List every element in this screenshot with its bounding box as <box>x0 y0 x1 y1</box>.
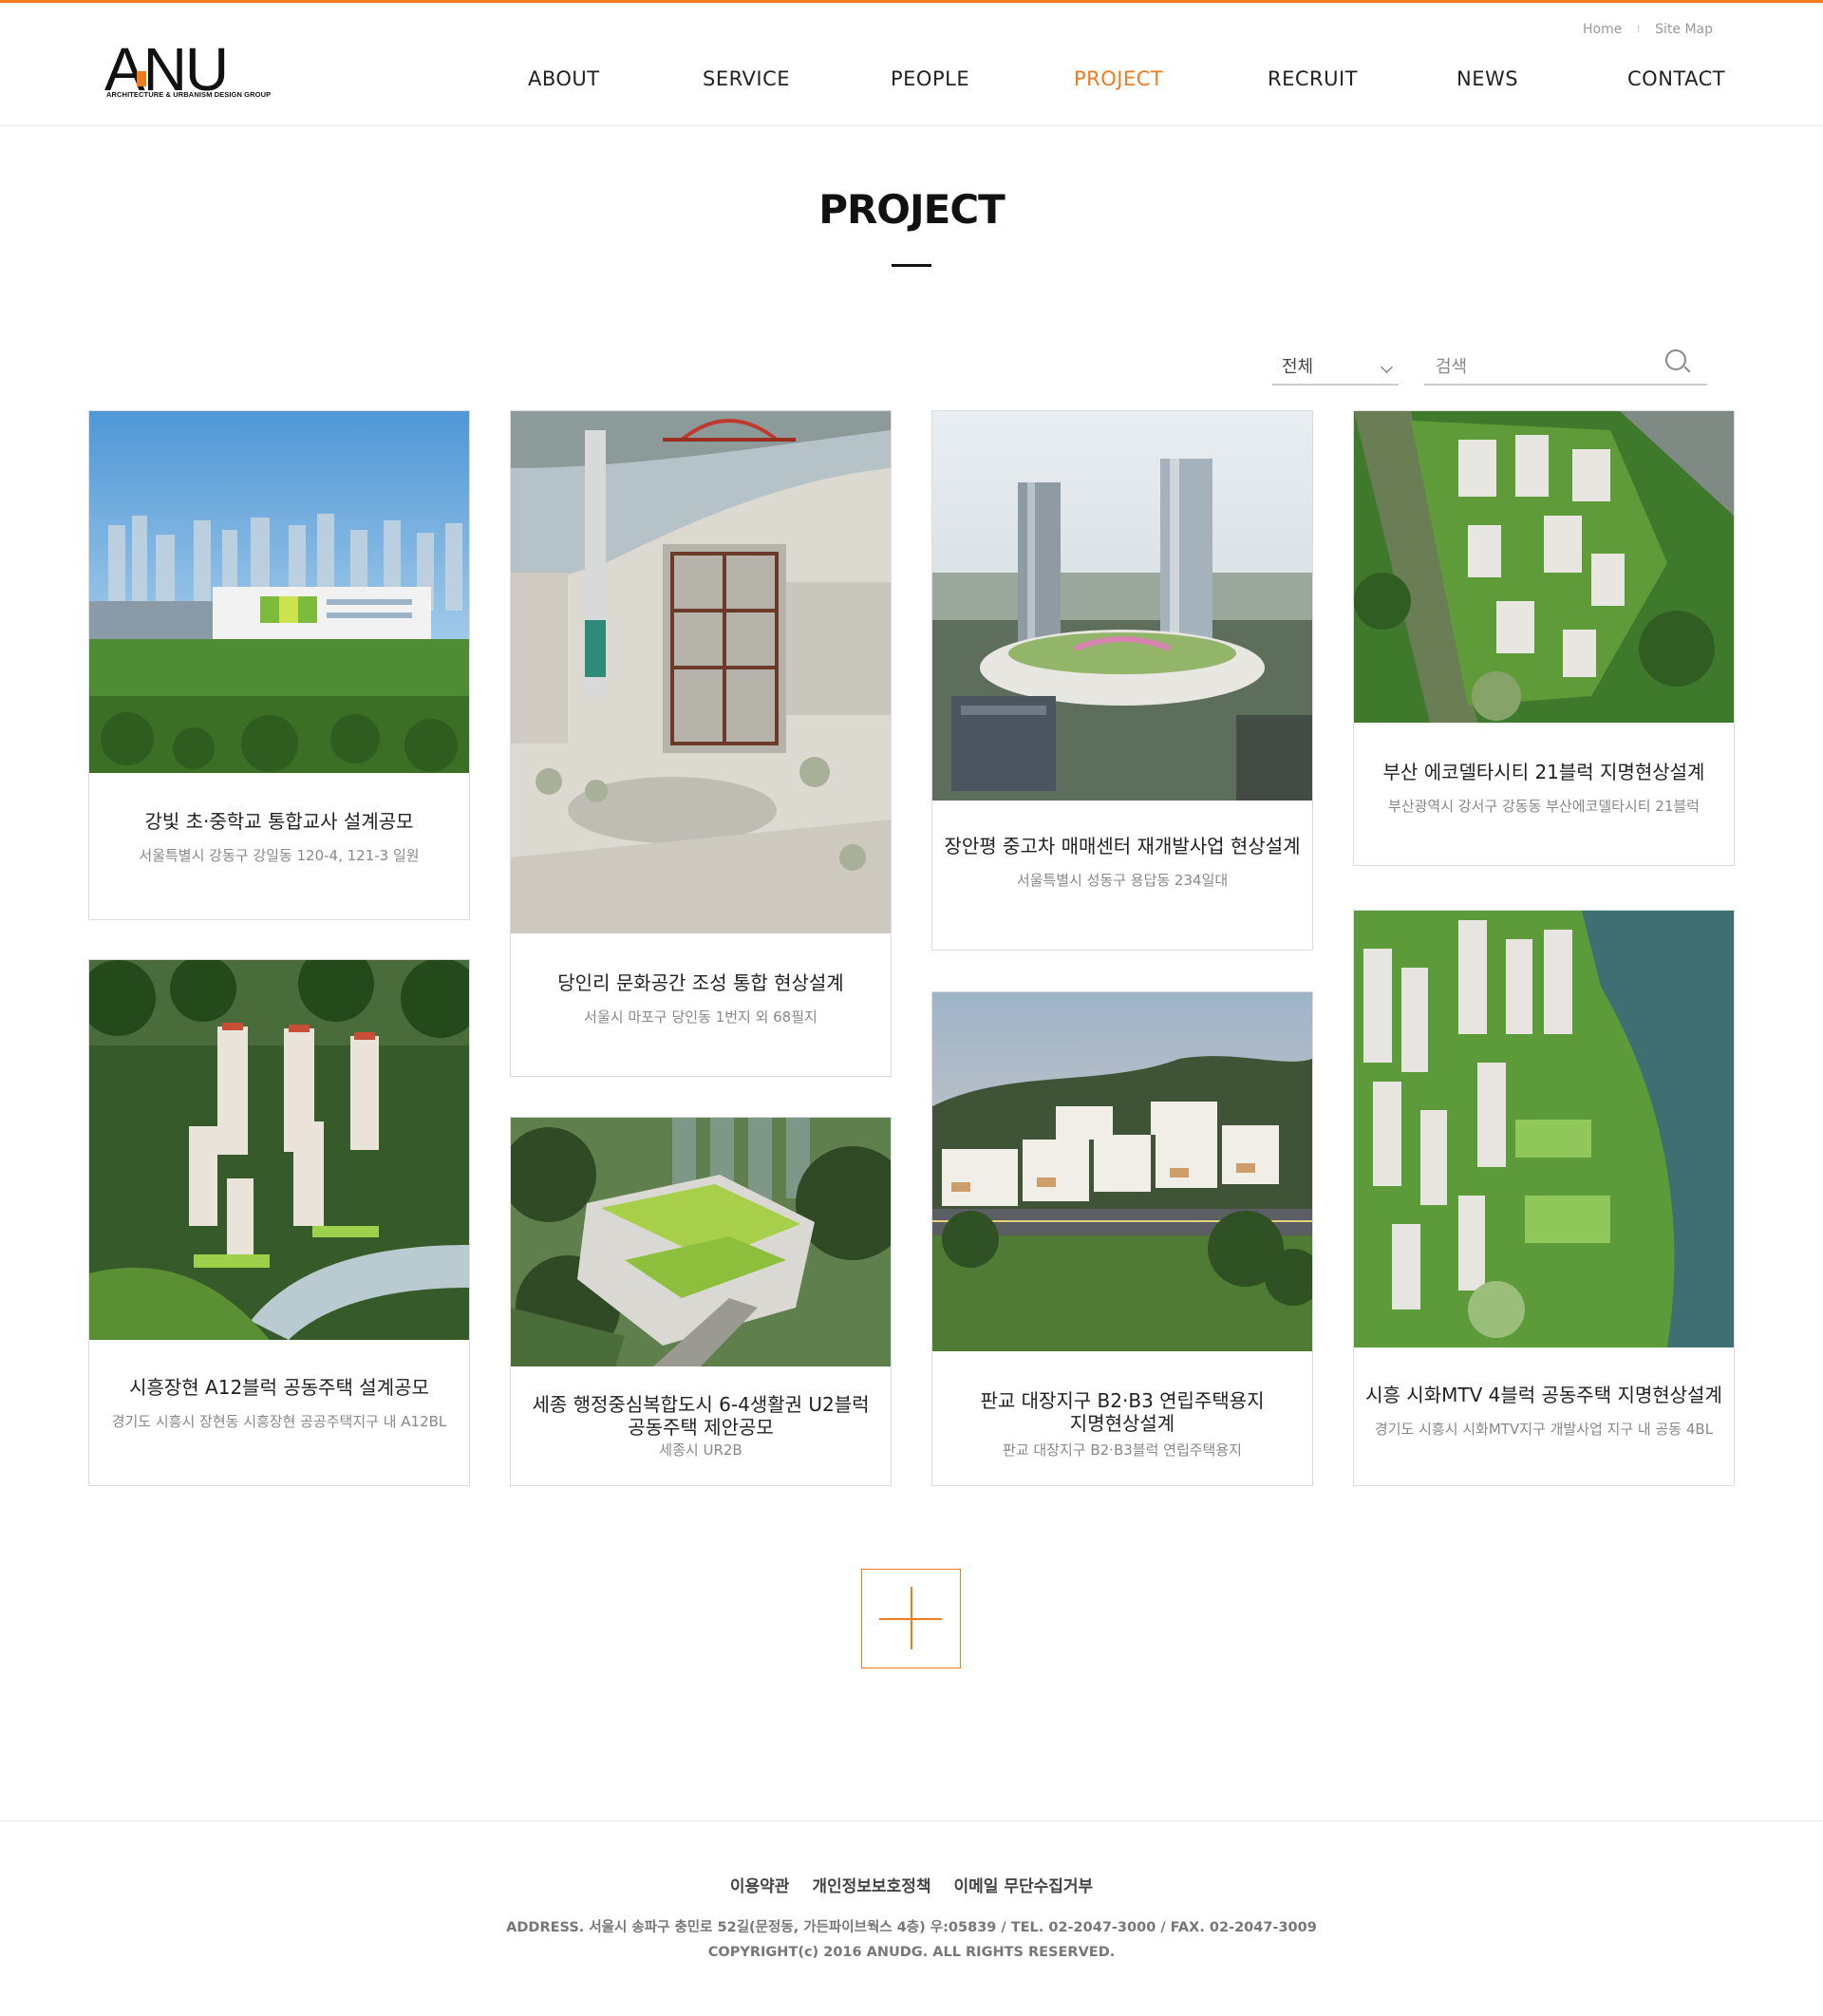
project-text: 당인리 문화공간 조성 통합 현상설계 서울시 마포구 당인동 1번지 외 68… <box>511 971 891 1027</box>
project-title[interactable]: 장안평 중고차 매매센터 재개발사업 현상설계 <box>932 835 1312 857</box>
project-title[interactable]: 당인리 문화공간 조성 통합 현상설계 <box>511 971 891 994</box>
project-image-towers[interactable] <box>89 960 469 1340</box>
utility-separator: l <box>1637 24 1641 35</box>
project-image-twin-towers[interactable] <box>932 411 1312 801</box>
nav-service[interactable]: SERVICE <box>703 67 790 90</box>
sitemap-link[interactable]: Site Map <box>1655 22 1713 37</box>
project-card[interactable]: 세종 행정중심복합도시 6-4생활권 U2블럭 공동주택 제안공모 세종시 UR… <box>510 1117 892 1486</box>
search-placeholder: 검색 <box>1436 357 1468 377</box>
nav-recruit[interactable]: RECRUIT <box>1268 67 1358 90</box>
project-card[interactable]: 강빛 초·중학교 통합교사 설계공모 서울특별시 강동구 강일동 120-4, … <box>88 410 470 920</box>
search-icon[interactable] <box>1665 349 1686 370</box>
project-address: 판교 대장지구 B2·B3블럭 연립주택용지 <box>1003 1441 1242 1459</box>
project-text: 강빛 초·중학교 통합교사 설계공모 서울특별시 강동구 강일동 120-4, … <box>89 810 469 865</box>
project-image-school[interactable] <box>89 411 469 773</box>
anu-logo[interactable]: ANU ARCHITECTURE & URBANISM DESIGN GROUP <box>104 35 271 104</box>
page-title: PROJECT <box>818 186 1005 233</box>
nav-people[interactable]: PEOPLE <box>891 67 969 90</box>
project-text: 시흥장현 A12블럭 공동주택 설계공모 경기도 시흥시 장현동 시흥장현 공공… <box>89 1376 469 1431</box>
logo-accent-mark <box>137 71 146 86</box>
nav-about[interactable]: ABOUT <box>528 67 600 90</box>
project-image-power-plant[interactable] <box>511 411 891 933</box>
project-card[interactable]: 당인리 문화공간 조성 통합 현상설계 서울시 마포구 당인동 1번지 외 68… <box>510 410 892 1077</box>
nav-news[interactable]: NEWS <box>1457 67 1518 90</box>
project-address: 서울특별시 강동구 강일동 120-4, 121-3 일원 <box>139 847 420 864</box>
project-title[interactable]: 부산 에코델타시티 21블럭 지명현상설계 <box>1354 761 1734 783</box>
project-text: 판교 대장지구 B2·B3 연립주택용지 지명현상설계 판교 대장지구 B2·B… <box>932 1389 1312 1460</box>
email-refusal-link[interactable]: 이메일 무단수집거부 <box>954 1873 1094 1896</box>
project-text: 시흥 시화MTV 4블럭 공동주택 지명현상설계 경기도 시흥시 시화MTV지구… <box>1354 1384 1734 1439</box>
project-image-waterfront[interactable] <box>1354 911 1734 1347</box>
project-card[interactable]: 시흥장현 A12블럭 공동주택 설계공모 경기도 시흥시 장현동 시흥장현 공공… <box>88 959 470 1486</box>
category-select[interactable]: 전체 <box>1272 349 1399 386</box>
project-address: 경기도 시흥시 장현동 시흥장현 공공주택지구 내 A12BL <box>111 1413 447 1430</box>
project-title[interactable]: 판교 대장지구 B2·B3 연립주택용지 지명현상설계 <box>932 1389 1312 1435</box>
project-text: 장안평 중고차 매매센터 재개발사업 현상설계 서울특별시 성동구 용답동 23… <box>932 835 1312 890</box>
logo-wordmark: ANU <box>104 35 229 104</box>
site-header: ANU ARCHITECTURE & URBANISM DESIGN GROUP… <box>0 3 1823 126</box>
project-title[interactable]: 시흥 시화MTV 4블럭 공동주택 지명현상설계 <box>1354 1384 1734 1406</box>
site-footer: 이용약관 개인정보보호정책 이메일 무단수집거부 ADDRESS. 서울시 송파… <box>0 1820 1823 2016</box>
project-address: 세종시 UR2B <box>659 1441 742 1459</box>
chevron-down-icon <box>1381 361 1393 373</box>
project-image-green-roof[interactable] <box>511 1118 891 1366</box>
project-card[interactable]: 부산 에코델타시티 21블럭 지명현상설계 부산광역시 강서구 강동동 부산에코… <box>1353 410 1735 866</box>
load-more-button[interactable] <box>861 1569 961 1668</box>
utility-links: Home l Site Map <box>1583 22 1713 37</box>
category-selected-value: 전체 <box>1282 357 1314 377</box>
privacy-policy-link[interactable]: 개인정보보호정책 <box>812 1873 930 1896</box>
project-title[interactable]: 시흥장현 A12블럭 공동주택 설계공모 <box>89 1376 469 1399</box>
project-card[interactable]: 장안평 중고차 매매센터 재개발사업 현상설계 서울특별시 성동구 용답동 23… <box>931 410 1313 951</box>
project-address: 서울특별시 성동구 용답동 234일대 <box>1016 872 1229 889</box>
home-link[interactable]: Home <box>1583 22 1622 37</box>
footer-address: ADDRESS. 서울시 송파구 충민로 52길(문정동, 가든파이브웍스 4층… <box>506 1920 1317 1935</box>
project-text: 부산 에코델타시티 21블럭 지명현상설계 부산광역시 강서구 강동동 부산에코… <box>1354 761 1734 816</box>
footer-copyright: COPYRIGHT(c) 2016 ANUDG. ALL RIGHTS RESE… <box>707 1945 1116 1960</box>
title-underline <box>892 264 931 267</box>
project-card[interactable]: 판교 대장지구 B2·B3 연립주택용지 지명현상설계 판교 대장지구 B2·B… <box>931 991 1313 1486</box>
plus-icon-vertical <box>911 1587 912 1649</box>
search-input[interactable]: 검색 <box>1424 349 1707 386</box>
terms-link[interactable]: 이용약관 <box>730 1873 790 1896</box>
nav-project[interactable]: PROJECT <box>1074 67 1163 90</box>
project-card[interactable]: 시흥 시화MTV 4블럭 공동주택 지명현상설계 경기도 시흥시 시화MTV지구… <box>1353 910 1735 1486</box>
project-address: 부산광역시 강서구 강동동 부산에코델타시티 21블럭 <box>1388 798 1700 815</box>
project-title[interactable]: 세종 행정중심복합도시 6-4생활권 U2블럭 공동주택 제안공모 <box>511 1393 891 1439</box>
project-address: 서울시 마포구 당인동 1번지 외 68필지 <box>584 1008 818 1026</box>
project-address: 경기도 시흥시 시화MTV지구 개발사업 지구 내 공동 4BL <box>1374 1421 1714 1438</box>
footer-links: 이용약관 개인정보보호정책 이메일 무단수집거부 <box>0 1873 1823 1896</box>
project-text: 세종 행정중심복합도시 6-4생활권 U2블럭 공동주택 제안공모 세종시 UR… <box>511 1393 891 1460</box>
logo-tagline: ARCHITECTURE & URBANISM DESIGN GROUP <box>106 90 272 99</box>
nav-contact[interactable]: CONTACT <box>1627 67 1725 90</box>
project-title[interactable]: 강빛 초·중학교 통합교사 설계공모 <box>89 810 469 833</box>
project-image-terraced-housing[interactable] <box>932 992 1312 1351</box>
project-image-aerial-park[interactable] <box>1354 411 1734 723</box>
